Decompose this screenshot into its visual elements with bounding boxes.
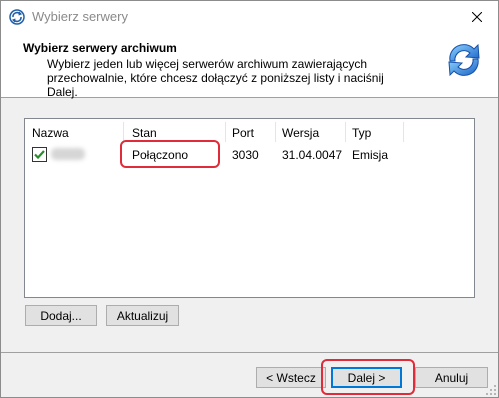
server-checkbox[interactable] xyxy=(32,147,47,162)
checkmark-icon xyxy=(34,150,45,160)
back-button[interactable]: < Wstecz xyxy=(256,367,326,388)
add-button[interactable]: Dodaj... xyxy=(25,305,97,326)
resize-grip-icon[interactable] xyxy=(486,385,496,395)
server-port: 3030 xyxy=(232,148,259,162)
wizard-window: Wybierz serwery Wybierz serwery archiwum… xyxy=(0,0,499,398)
close-icon xyxy=(472,11,482,22)
title-bar[interactable]: Wybierz serwery xyxy=(1,1,498,32)
next-highlight xyxy=(321,359,415,395)
cancel-button[interactable]: Anuluj xyxy=(415,367,488,388)
page-description: Wybierz jeden lub więcej serwerów archiw… xyxy=(47,57,384,99)
column-header-port[interactable]: Port xyxy=(232,125,254,141)
window-title: Wybierz serwery xyxy=(32,9,128,24)
column-header-type[interactable]: Typ xyxy=(352,125,371,141)
column-header-status[interactable]: Stan xyxy=(132,125,157,141)
refresh-arrows-icon xyxy=(448,43,480,77)
column-separator[interactable] xyxy=(123,122,124,142)
page-title: Wybierz serwery archiwum xyxy=(23,41,177,55)
app-icon xyxy=(9,9,25,25)
column-separator[interactable] xyxy=(345,122,346,142)
status-highlight xyxy=(120,140,220,168)
column-header-name[interactable]: Nazwa xyxy=(32,125,69,141)
server-name-redacted xyxy=(51,148,85,160)
server-type: Emisja xyxy=(352,148,389,162)
wizard-header: Wybierz serwery archiwum Wybierz jeden l… xyxy=(1,32,498,99)
footer-divider xyxy=(1,352,498,353)
refresh-button[interactable]: Aktualizuj xyxy=(106,305,179,326)
server-version: 31.04.0047 xyxy=(282,148,343,162)
column-separator[interactable] xyxy=(225,122,226,142)
column-header-version[interactable]: Wersja xyxy=(282,125,319,141)
column-separator[interactable] xyxy=(403,122,404,142)
server-list[interactable]: Nazwa Stan Port Wersja Typ Połączono 303… xyxy=(24,118,475,298)
close-button[interactable] xyxy=(456,1,498,32)
column-separator[interactable] xyxy=(275,122,276,142)
